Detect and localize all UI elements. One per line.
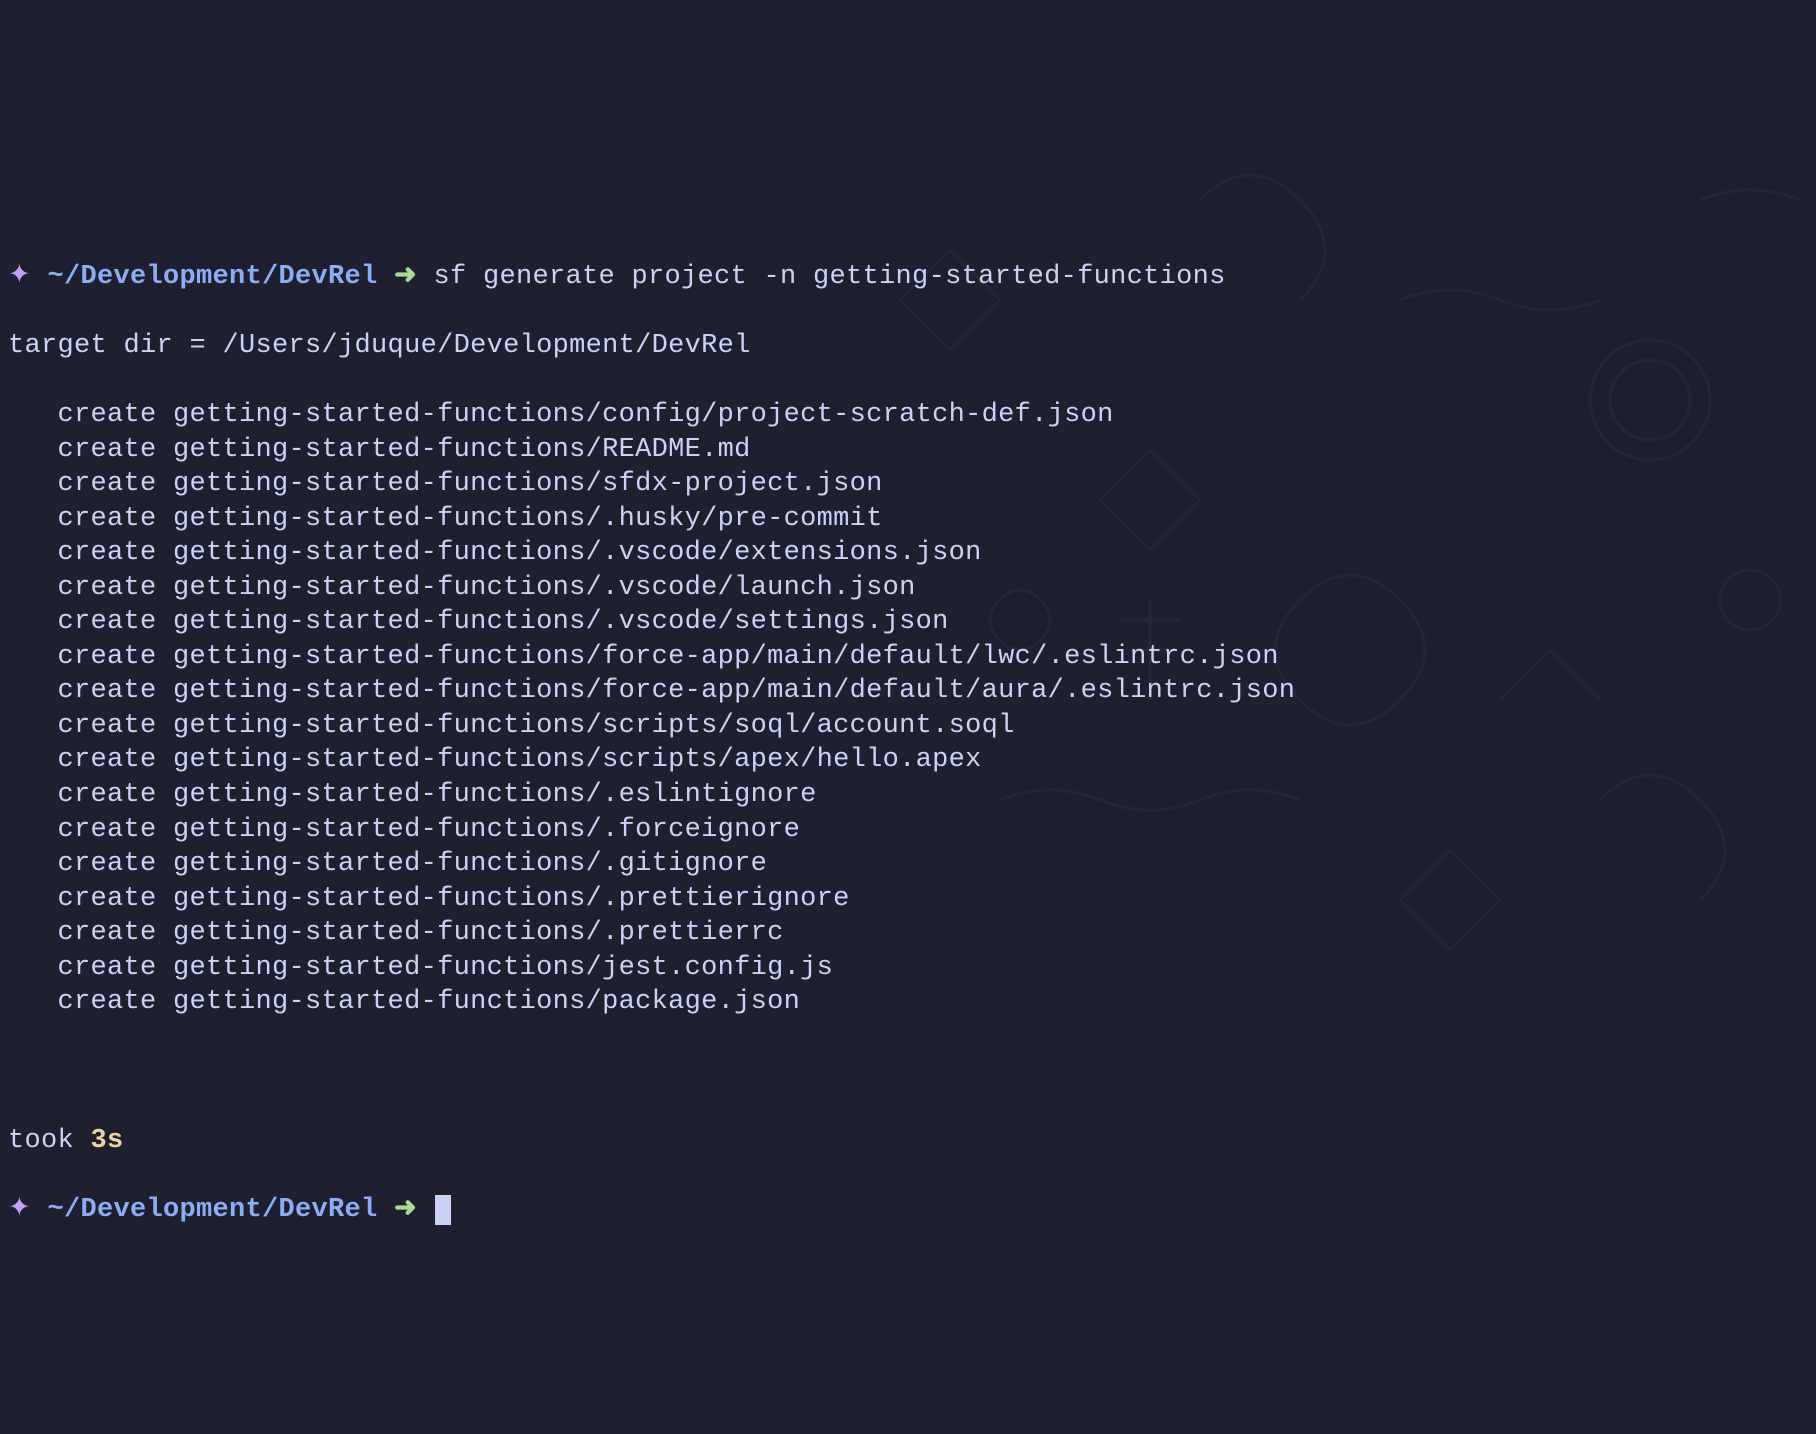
- output-create-line: create getting-started-functions/package…: [8, 985, 1808, 1020]
- prompt-line-2[interactable]: ✦ ~/Development/DevRel ➜: [8, 1193, 1808, 1228]
- output-create-line: create getting-started-functions/.vscode…: [8, 536, 1808, 571]
- output-create-line: create getting-started-functions/.gitign…: [8, 847, 1808, 882]
- output-create-line: create getting-started-functions/scripts…: [8, 743, 1808, 778]
- output-create-line: create getting-started-functions/.vscode…: [8, 571, 1808, 606]
- prompt-arrow-icon: ➜: [394, 262, 417, 292]
- blank-line: [8, 1054, 1808, 1089]
- output-create-line: create getting-started-functions/.pretti…: [8, 916, 1808, 951]
- prompt-path: ~/Development/DevRel: [47, 1195, 377, 1225]
- output-create-line: create getting-started-functions/.eslint…: [8, 778, 1808, 813]
- prompt-symbol-icon: ✦: [8, 1195, 31, 1225]
- output-create-line: create getting-started-functions/README.…: [8, 433, 1808, 468]
- output-create-line: create getting-started-functions/force-a…: [8, 640, 1808, 675]
- output-create-line: create getting-started-functions/.pretti…: [8, 882, 1808, 917]
- output-create-line: create getting-started-functions/sfdx-pr…: [8, 467, 1808, 502]
- prompt-line-1: ✦ ~/Development/DevRel ➜ sf generate pro…: [8, 260, 1808, 295]
- cursor-icon: [435, 1195, 451, 1225]
- timing-label: took: [8, 1126, 91, 1156]
- prompt-arrow-icon: ➜: [394, 1195, 417, 1225]
- output-target-dir: target dir = /Users/jduque/Development/D…: [8, 329, 1808, 364]
- output-create-line: create getting-started-functions/.vscode…: [8, 605, 1808, 640]
- prompt-path: ~/Development/DevRel: [47, 262, 377, 292]
- terminal-output[interactable]: ✦ ~/Development/DevRel ➜ sf generate pro…: [8, 225, 1808, 1261]
- output-create-line: create getting-started-functions/force-a…: [8, 674, 1808, 709]
- command-text: sf generate project -n getting-started-f…: [433, 262, 1225, 292]
- timing-line: took 3s: [8, 1124, 1808, 1159]
- output-create-line: create getting-started-functions/config/…: [8, 398, 1808, 433]
- output-create-line: create getting-started-functions/.husky/…: [8, 502, 1808, 537]
- output-create-line: create getting-started-functions/jest.co…: [8, 951, 1808, 986]
- prompt-symbol-icon: ✦: [8, 262, 31, 292]
- output-create-line: create getting-started-functions/.forcei…: [8, 813, 1808, 848]
- output-create-line: create getting-started-functions/scripts…: [8, 709, 1808, 744]
- timing-value: 3s: [91, 1126, 124, 1156]
